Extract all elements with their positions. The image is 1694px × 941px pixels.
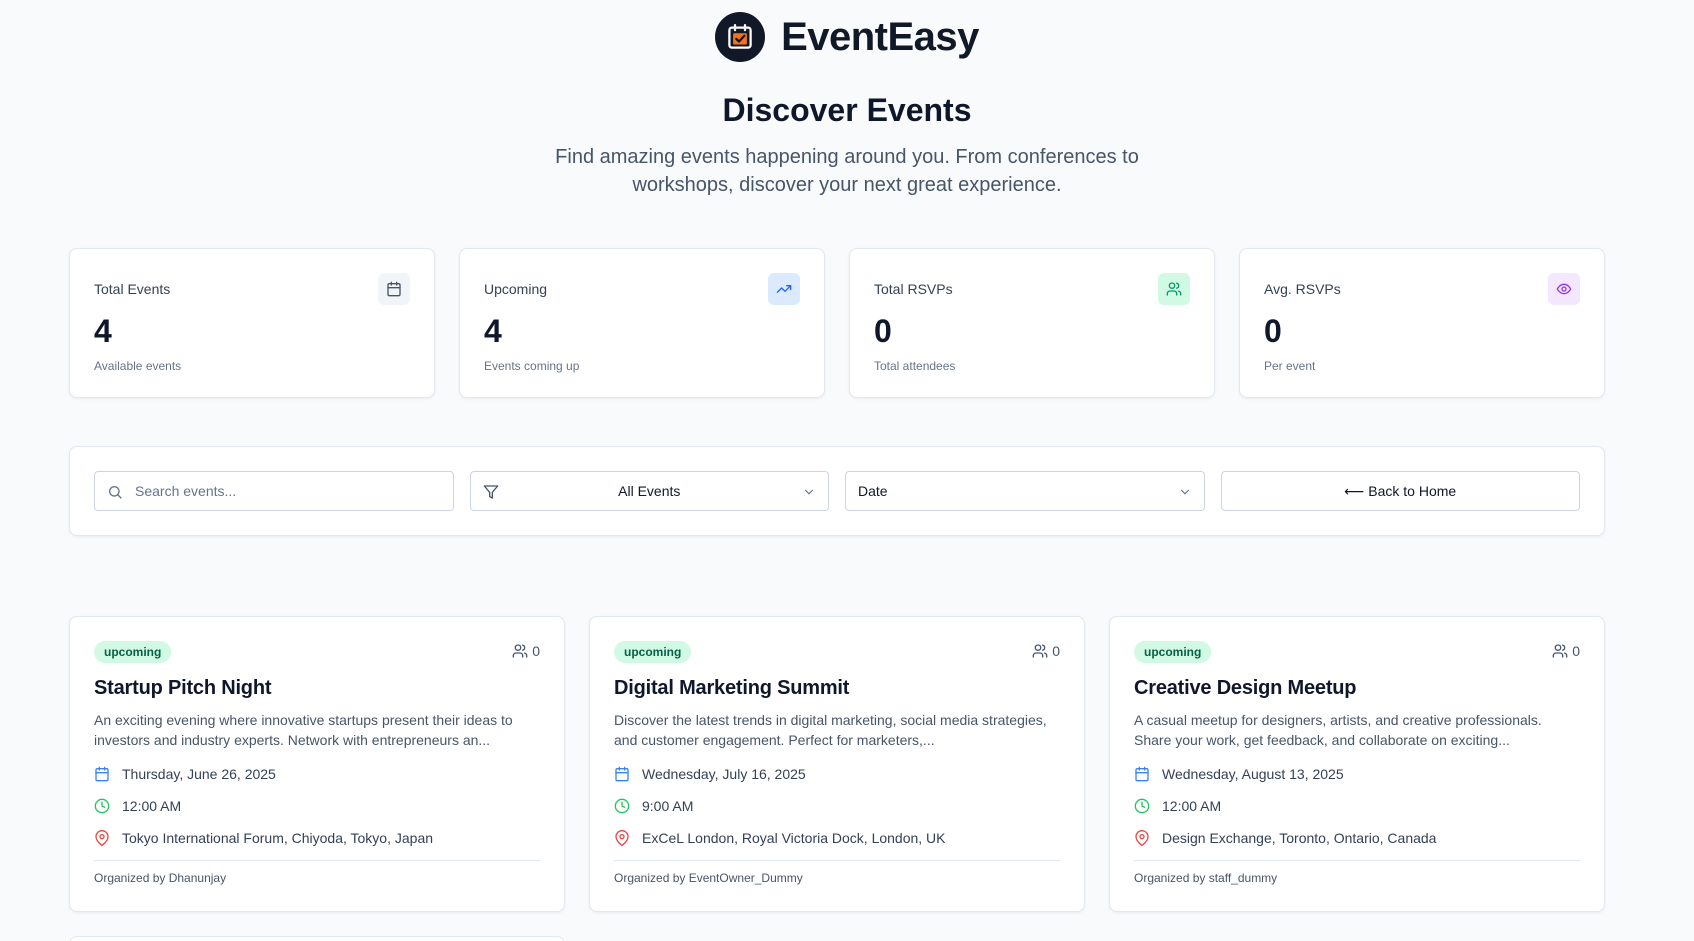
event-time-text: 12:00 AM [1162,798,1222,814]
event-time: 9:00 AM [614,796,1060,816]
event-location-text: Tokyo International Forum, Chiyoda, Toky… [122,830,434,846]
users-icon [512,644,528,658]
stat-caption: Per event [1264,359,1316,373]
page-title: Discover Events [722,92,972,128]
calendar-icon [378,273,410,305]
event-date: Wednesday, July 16, 2025 [614,764,1060,784]
event-date: Thursday, June 26, 2025 [94,764,540,784]
map-pin-icon [615,830,629,846]
map-pin-icon [1135,830,1149,846]
rsvp-count: 0 [1552,643,1580,659]
search-field[interactable] [94,471,454,511]
map-pin-icon [95,830,109,846]
stat-caption: Events coming up [484,359,580,373]
rsvp-value: 0 [532,643,540,659]
users-icon [1552,644,1568,658]
trending-up-icon [768,273,800,305]
rsvp-count: 0 [512,643,540,659]
calendar-icon [1135,766,1149,782]
back-to-home-label: ⟵ Back to Home [1344,482,1457,499]
stat-value: 0 [874,313,892,349]
stat-label: Avg. RSVPs [1264,281,1341,297]
brand-header: EventEasy [0,12,1694,62]
event-time: 12:00 AM [1134,796,1580,816]
event-description: Discover the latest trends in digital ma… [614,712,1047,748]
divider [94,860,540,861]
event-card[interactable]: upcoming 0 Digital Marketing Summit Disc… [589,616,1085,912]
event-date-text: Thursday, June 26, 2025 [122,766,276,782]
status-badge: upcoming [94,641,172,663]
event-location-text: ExCeL London, Royal Victoria Dock, Londo… [642,830,946,846]
stat-label: Total Events [94,281,171,297]
sort-value: Date [858,483,888,499]
rsvp-count: 0 [1032,643,1060,659]
page-subtitle: Find amazing events happening around you… [555,146,1139,196]
stat-value: 4 [484,313,502,349]
event-description: An exciting evening where innovative sta… [94,712,513,748]
event-time-text: 12:00 AM [122,798,182,814]
event-title[interactable]: Creative Design Meetup [1134,677,1580,700]
chevron-down-icon [1178,485,1192,499]
stat-value: 4 [94,313,112,349]
chevron-down-icon [802,485,816,499]
stat-card-upcoming: Upcoming 4 Events coming up [459,248,825,398]
event-date-text: Wednesday, August 13, 2025 [1162,766,1344,782]
calendar-icon [615,766,629,782]
stat-label: Total RSVPs [874,281,953,297]
search-icon [107,484,123,500]
calendar-icon [95,766,109,782]
search-input[interactable] [95,472,453,510]
filter-bar: All Events Date ⟵ Back to Home [69,446,1605,536]
event-card[interactable]: upcoming 0 Startup Pitch Night An exciti… [69,616,565,912]
event-grid: upcoming 0 Startup Pitch Night An exciti… [69,616,1605,912]
stats-row: Total Events 4 Available events Upcoming… [69,248,1605,398]
clock-icon [614,798,630,814]
clock-icon [94,798,110,814]
rsvp-value: 0 [1572,643,1580,659]
event-time: 12:00 AM [94,796,540,816]
clock-icon [1134,798,1150,814]
status-filter-value: All Events [618,483,681,499]
stat-card-total-rsvps: Total RSVPs 0 Total attendees [849,248,1215,398]
event-organizer: Organized by Dhanunjay [94,871,227,885]
event-organizer: Organized by EventOwner_Dummy [614,871,803,885]
back-to-home-button[interactable]: ⟵ Back to Home [1220,471,1580,511]
users-icon [1032,644,1048,658]
stat-caption: Available events [94,359,182,373]
rsvp-value: 0 [1052,643,1060,659]
users-icon [1158,273,1190,305]
event-date: Wednesday, August 13, 2025 [1134,764,1580,784]
event-location: Design Exchange, Toronto, Ontario, Canad… [1134,828,1580,848]
divider [1134,860,1580,861]
event-description: A casual meetup for designers, artists, … [1134,712,1542,748]
calendar-check-icon [715,12,766,62]
stat-caption: Total attendees [874,359,956,373]
status-badge: upcoming [1134,641,1212,663]
status-filter-select[interactable]: All Events [469,471,829,511]
event-title[interactable]: Startup Pitch Night [94,677,540,700]
brand-name: EventEasy [781,14,979,59]
event-date-text: Wednesday, July 16, 2025 [642,766,806,782]
event-time-text: 9:00 AM [642,798,694,814]
eye-icon [1548,273,1580,305]
event-title[interactable]: Digital Marketing Summit [614,677,1060,700]
event-card[interactable]: upcoming 0 Creative Design Meetup A casu… [1109,616,1605,912]
sort-select[interactable]: Date [845,471,1205,511]
event-location: Tokyo International Forum, Chiyoda, Toky… [94,828,540,848]
event-location: ExCeL London, Royal Victoria Dock, Londo… [614,828,1060,848]
event-organizer: Organized by staff_dummy [1134,871,1278,885]
stat-card-total-events: Total Events 4 Available events [69,248,435,398]
event-location-text: Design Exchange, Toronto, Ontario, Canad… [1162,830,1437,846]
stat-value: 0 [1264,313,1282,349]
stat-card-avg-rsvps: Avg. RSVPs 0 Per event [1239,248,1605,398]
stat-label: Upcoming [484,281,548,297]
event-card-partial[interactable] [69,936,565,941]
filter-icon [483,484,499,500]
divider [614,860,1060,861]
status-badge: upcoming [614,641,692,663]
